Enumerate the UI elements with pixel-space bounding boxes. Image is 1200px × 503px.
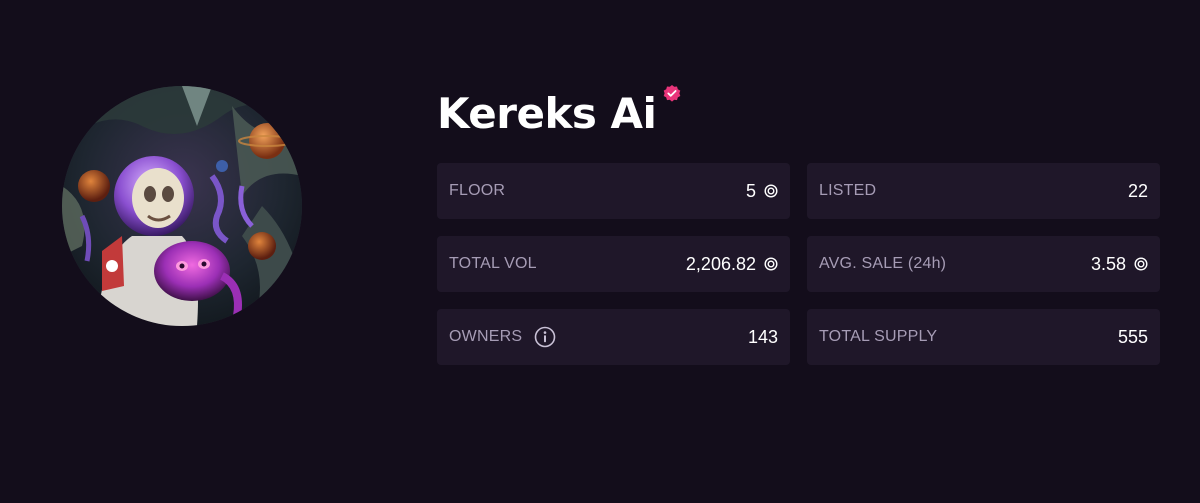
verified-badge-icon: [663, 85, 681, 102]
sol-icon: [1134, 257, 1148, 271]
info-icon[interactable]: [534, 326, 556, 348]
collection-avatar-art: [62, 86, 302, 326]
collection-title: Kereks Ai: [437, 89, 657, 138]
stat-total-vol-label: TOTAL VOL: [449, 255, 537, 272]
stat-total-supply: TOTAL SUPPLY 555: [807, 309, 1160, 365]
stat-listed-value-wrap: 22: [1128, 163, 1148, 219]
stat-owners: OWNERS 143: [437, 309, 790, 365]
stat-listed-label: LISTED: [819, 182, 877, 199]
stat-avg-sale: AVG. SALE (24h) 3.58: [807, 236, 1160, 292]
stat-owners-value-wrap: 143: [748, 309, 778, 365]
stat-floor: FLOOR 5: [437, 163, 790, 219]
stat-avg-sale-label: AVG. SALE (24h): [819, 255, 947, 272]
collection-avatar: [62, 86, 302, 326]
collection-header: Kereks Ai: [437, 84, 681, 144]
stat-total-vol-value: 2,206.82: [685, 253, 756, 274]
stat-floor-value: 5: [745, 180, 756, 201]
sol-icon: [764, 257, 778, 271]
stat-floor-label: FLOOR: [449, 182, 506, 199]
sol-icon: [764, 184, 778, 198]
stat-listed: LISTED 22: [807, 163, 1160, 219]
stat-owners-label: OWNERS: [449, 328, 523, 345]
stat-total-supply-value-wrap: 555: [1118, 309, 1148, 365]
stat-total-supply-label: TOTAL SUPPLY: [819, 328, 938, 345]
stat-total-supply-value: 555: [1117, 326, 1148, 347]
stat-owners-label-wrap: OWNERS: [449, 309, 556, 365]
stat-total-vol: TOTAL VOL 2,206.82: [437, 236, 790, 292]
stat-avg-sale-value: 3.58: [1090, 253, 1126, 274]
stat-avg-sale-value-wrap: 3.58: [1091, 236, 1148, 292]
stat-floor-value-wrap: 5: [746, 163, 778, 219]
stat-owners-value: 143: [747, 326, 778, 347]
stat-listed-value: 22: [1127, 180, 1148, 201]
stat-total-vol-value-wrap: 2,206.82: [686, 236, 778, 292]
